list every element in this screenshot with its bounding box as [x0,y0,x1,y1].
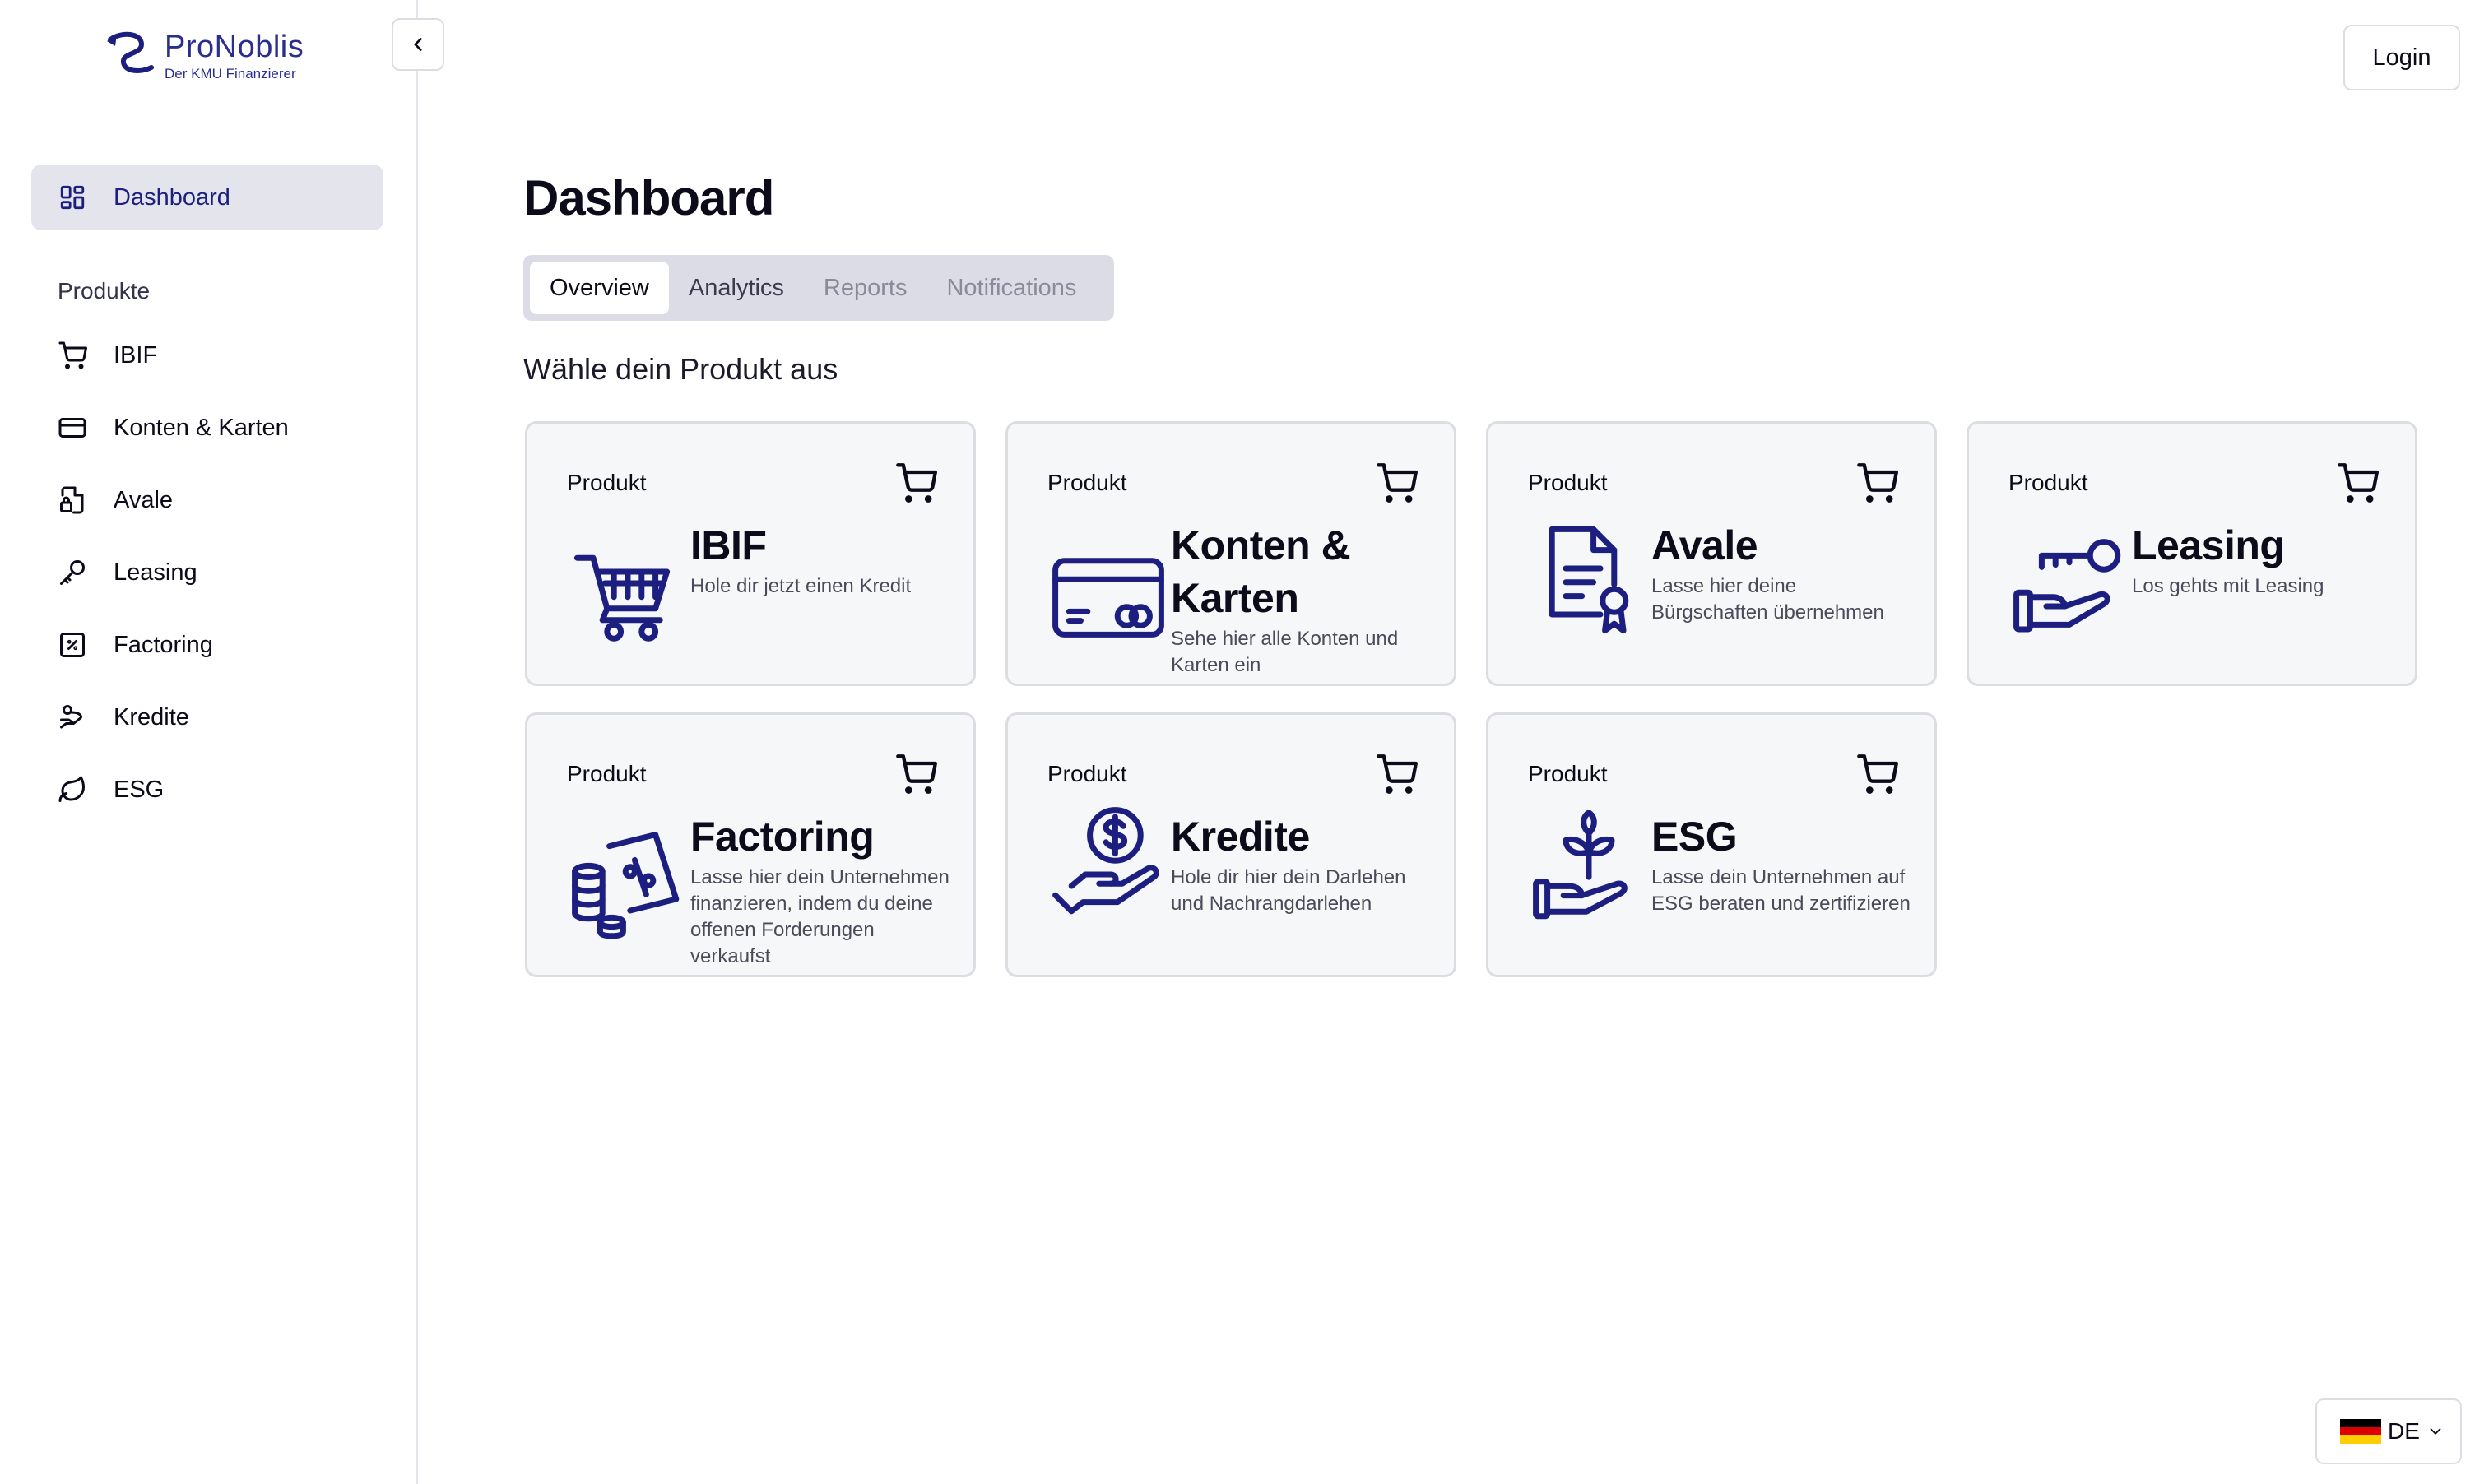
card-description: Lasse hier deine Bürgschaften übernehmen [1651,575,1884,624]
card-tag: Produkt [1047,761,1127,786]
product-card-ibif[interactable]: Produkt IBIF Hole dir jetzt einen Kredit [525,421,976,686]
sidebar-item-leasing[interactable]: Leasing [31,543,383,602]
section-subtitle: Wähle dein Produkt aus [523,352,838,386]
card-tag: Produkt [1528,470,1608,495]
card-title: Kredite [1171,814,1310,860]
card-description: Lasse hier dein Unternehmen finanzieren,… [690,866,950,967]
card-title: Avale [1651,522,1758,568]
card-title: ESG [1651,814,1738,860]
card-description: Lasse dein Unternehmen auf ESG beraten u… [1651,866,1911,915]
leaf-icon [56,773,89,806]
collapse-sidebar-button[interactable] [392,18,444,71]
brand-logo[interactable]: ProNoblis Der KMU Finanzierer [105,30,304,82]
card-tag: Produkt [567,761,647,786]
product-card-leasing[interactable]: Produkt Leasing Los gehts mit Leasing [1967,421,2417,686]
cart-icon [56,339,89,372]
sidebar-item-label: Kredite [114,703,189,730]
pronoblis-logo-icon [107,31,154,73]
add-to-cart-icon[interactable] [2336,461,2379,504]
chevron-left-icon [414,38,422,51]
card-description: Sehe hier alle Konten und Karten ein [1171,628,1399,676]
sidebar-item-label: ESG [114,776,165,803]
document-lock-icon [56,484,89,517]
login-button[interactable]: Login [2343,25,2460,90]
card-description: Hole dir hier dein Darlehen und Nachrang… [1171,866,1406,915]
dashboard-grid-icon [56,181,89,214]
sidebar-item-dashboard[interactable]: Dashboard [31,165,383,230]
add-to-cart-icon[interactable] [1375,753,1418,795]
language-label: DE [2388,1418,2420,1444]
tab-analytics[interactable]: Analytics [669,262,804,314]
card-description: Los gehts mit Leasing [2132,575,2324,597]
coins-percent-illustration [572,832,680,939]
sidebar-item-konten-karten[interactable]: Konten & Karten [31,398,383,457]
sidebar-item-avale[interactable]: Avale [31,471,383,530]
card-title: Leasing [2132,522,2285,568]
product-card-konten-karten[interactable]: Produkt Konten & Karten Sehe hier alle K… [1005,421,1456,686]
sidebar-item-esg[interactable]: ESG [31,760,383,819]
sidebar-item-factoring[interactable]: Factoring [31,615,383,675]
hand-coins-icon [56,701,89,734]
german-flag-icon [2340,1419,2381,1444]
credit-card-icon [56,411,89,444]
language-selector[interactable]: DE [2315,1398,2462,1464]
card-title: Konten & Karten [1171,522,1351,621]
sidebar-item-label: Leasing [114,559,197,586]
card-title: Factoring [690,814,875,860]
card-tag: Produkt [567,470,647,495]
chevron-down-icon [2430,1428,2441,1435]
page-title: Dashboard [523,170,774,225]
key-icon [56,556,89,589]
tab-notifications[interactable]: Notifications [926,262,1096,314]
add-to-cart-icon[interactable] [894,461,937,504]
sidebar-item-label: Konten & Karten [114,414,289,441]
sidebar: ProNoblis Der KMU Finanzierer Dashboard … [0,0,418,1484]
sidebar-item-label: Dashboard [114,183,230,211]
brand-tagline: Der KMU Finanzierer [165,66,296,81]
hand-dollar-illustration [1052,807,1159,915]
product-card-esg[interactable]: Produkt ESG Lasse dein Unternehmen auf E… [1486,712,1937,977]
sidebar-item-ibif[interactable]: IBIF [31,326,383,385]
sidebar-item-kredite[interactable]: Kredite [31,688,383,747]
tab-overview[interactable]: Overview [530,262,669,314]
tab-reports[interactable]: Reports [804,262,927,314]
tab-bar: Overview Analytics Reports Notifications [523,255,1114,321]
sidebar-item-label: Avale [114,486,174,513]
hand-key-illustration [2013,539,2121,633]
add-to-cart-icon[interactable] [1375,461,1418,504]
add-to-cart-icon[interactable] [1855,753,1898,795]
certificate-illustration [1549,526,1629,634]
card-title: IBIF [690,522,767,568]
card-tag: Produkt [1528,761,1608,786]
shopping-cart-illustration [573,554,671,642]
sidebar-section-label: Produkte [58,278,151,304]
product-card-avale[interactable]: Produkt Avale Lasse hier deine Bürgschaf… [1486,421,1937,686]
card-tag: Produkt [1047,470,1127,495]
credit-card-illustration [1052,558,1164,638]
add-to-cart-icon[interactable] [894,753,937,795]
sidebar-item-label: IBIF [114,341,158,369]
product-card-kredite[interactable]: Produkt Kredite Hole dir hier dein Darle… [1005,712,1456,977]
percent-square-icon [56,628,89,661]
card-tag: Produkt [2008,470,2088,495]
card-description: Hole dir jetzt einen Kredit [690,575,912,597]
product-card-factoring[interactable]: Produkt Factoring Lasse hier dein Untern… [525,712,976,977]
sidebar-item-label: Factoring [114,631,213,658]
hand-plant-illustration [1533,810,1628,920]
brand-name: ProNoblis [165,30,304,64]
add-to-cart-icon[interactable] [1855,461,1898,504]
